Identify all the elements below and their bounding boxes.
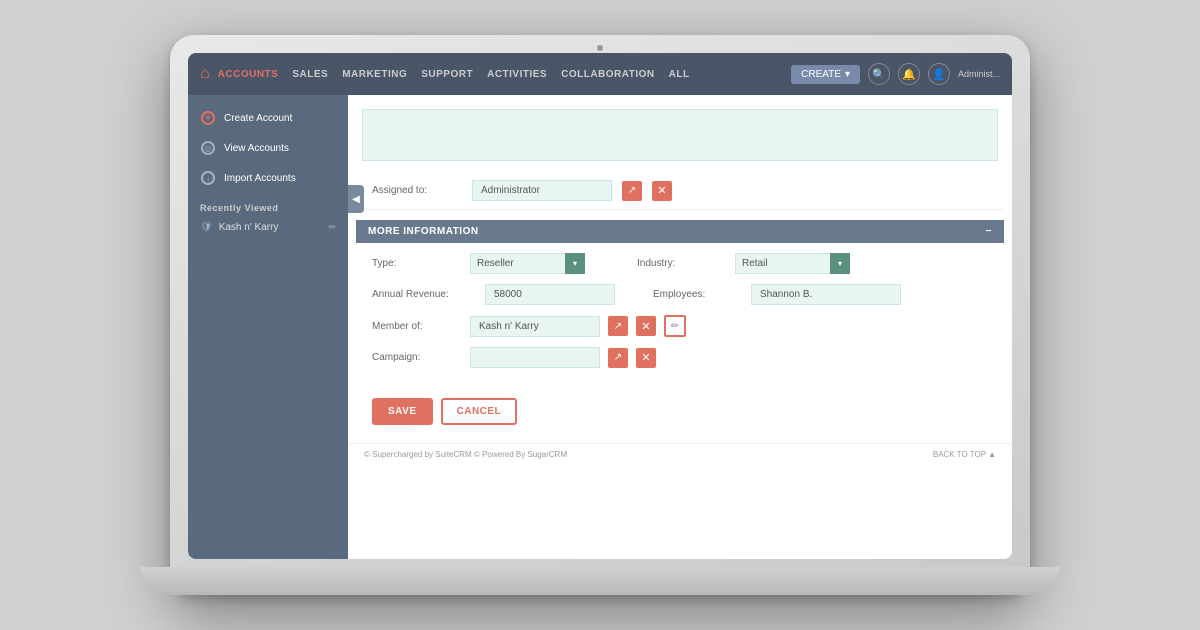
collapse-icon[interactable]: − [986,226,992,237]
close-icon: ✕ [657,184,666,197]
type-col: Type: ▾ [372,253,585,274]
campaign-row: Campaign: ↗ ✕ [372,347,988,368]
campaign-input[interactable] [470,347,600,368]
sidebar-item-create-label: Create Account [224,113,292,124]
type-select-wrapper: ▾ [470,253,585,274]
nav-menu: ACCOUNTS SALES MARKETING SUPPORT ACTIVIT… [218,69,791,80]
industry-label: Industry: [637,258,727,269]
employees-col: Employees: [653,284,901,305]
nav-item-all[interactable]: ALL [669,69,690,80]
up-arrow-icon: ▲ [988,450,996,459]
laptop-base [140,567,1060,595]
industry-col: Industry: ▾ [637,253,850,274]
more-info-title: MORE INFORMATION [368,226,479,237]
revenue-employees-row: Annual Revenue: Employees: [372,284,988,305]
sidebar-toggle[interactable]: ◀ [348,185,364,213]
member-of-row: Member of: ↗ ✕ ✏ [372,315,988,337]
pencil-icon: ✏ [671,321,679,332]
sidebar-item-view-accounts[interactable]: ◎ View Accounts [188,133,348,163]
sidebar-recent-kash[interactable]: 🛡 Kash n' Karry ✏ [188,217,348,238]
member-of-input[interactable] [470,316,600,337]
arrow-icon: ↗ [628,185,636,196]
assigned-select-button[interactable]: ↗ [622,181,642,201]
industry-input[interactable] [735,253,850,274]
description-area [356,103,1004,172]
campaign-label: Campaign: [372,352,462,363]
shield-icon: 🛡 [200,222,213,233]
revenue-col: Annual Revenue: [372,284,615,305]
back-to-top-button[interactable]: BACK TO TOP ▲ [933,450,996,459]
recently-viewed-title: Recently Viewed [188,193,348,217]
employees-label: Employees: [653,289,743,300]
campaign-clear-button[interactable]: ✕ [636,348,656,368]
assigned-clear-button[interactable]: ✕ [652,181,672,201]
close-icon: ✕ [641,351,650,364]
member-clear-button[interactable]: ✕ [636,316,656,336]
employees-input[interactable] [751,284,901,305]
member-of-label: Member of: [372,321,462,332]
more-info-header: MORE INFORMATION − [356,220,1004,243]
arrow-icon: ↗ [614,321,622,332]
campaign-col: Campaign: ↗ ✕ [372,347,656,368]
home-icon[interactable]: ⌂ [200,65,210,83]
assigned-to-label: Assigned to: [372,185,462,196]
nav-item-sales[interactable]: SALES [292,69,328,80]
annual-revenue-input[interactable] [485,284,615,305]
copyright-text: © Supercharged by SuiteCRM © Powered By … [364,450,567,459]
nav-right-section: CREATE ▾ 🔍 🔔 👤 Administ... [791,63,1000,85]
nav-item-support[interactable]: SUPPORT [421,69,473,80]
assigned-to-row: Assigned to: ↗ ✕ [356,172,1004,210]
type-industry-row: Type: ▾ Industry: ▾ [372,253,988,274]
more-info-body: Type: ▾ Industry: ▾ [356,243,1004,388]
arrow-icon: ↗ [614,352,622,363]
footer: © Supercharged by SuiteCRM © Powered By … [348,443,1012,465]
sidebar-item-view-label: View Accounts [224,143,289,154]
edit-icon[interactable]: ✏ [328,222,336,233]
create-button[interactable]: CREATE ▾ [791,65,860,84]
industry-select-wrapper: ▾ [735,253,850,274]
notifications-icon[interactable]: 🔔 [898,63,920,85]
assigned-to-input[interactable] [472,180,612,201]
description-textarea[interactable] [362,109,998,161]
action-buttons: SAVE CANCEL [356,388,1004,435]
laptop-camera [597,45,603,51]
nav-item-accounts[interactable]: ACCOUNTS [218,69,279,80]
top-navigation: ⌂ ACCOUNTS SALES MARKETING SUPPORT ACTIV… [188,53,1012,95]
nav-item-collaboration[interactable]: COLLABORATION [561,69,655,80]
member-of-col: Member of: ↗ ✕ ✏ [372,315,686,337]
nav-item-marketing[interactable]: MARKETING [342,69,407,80]
plus-icon: + [200,110,216,126]
member-select-button[interactable]: ↗ [608,316,628,336]
annual-revenue-label: Annual Revenue: [372,289,477,300]
cancel-button[interactable]: CANCEL [441,398,518,425]
sidebar-item-import-accounts[interactable]: ↓ Import Accounts [188,163,348,193]
member-edit-button[interactable]: ✏ [664,315,686,337]
search-icon[interactable]: 🔍 [868,63,890,85]
recent-item-label: Kash n' Karry [219,222,279,233]
view-icon: ◎ [200,140,216,156]
sidebar-item-create-account[interactable]: + Create Account [188,103,348,133]
save-button[interactable]: SAVE [372,398,433,425]
close-icon: ✕ [641,320,650,333]
sidebar-item-import-label: Import Accounts [224,173,296,184]
type-label: Type: [372,258,462,269]
user-icon[interactable]: 👤 [928,63,950,85]
campaign-select-button[interactable]: ↗ [608,348,628,368]
admin-label: Administ... [958,69,1000,79]
type-input[interactable] [470,253,585,274]
nav-item-activities[interactable]: ACTIVITIES [487,69,547,80]
content-area: Assigned to: ↗ ✕ MORE INFORMATION − [348,95,1012,559]
import-icon: ↓ [200,170,216,186]
sidebar: + Create Account ◎ View Accounts ↓ Impor… [188,95,348,559]
